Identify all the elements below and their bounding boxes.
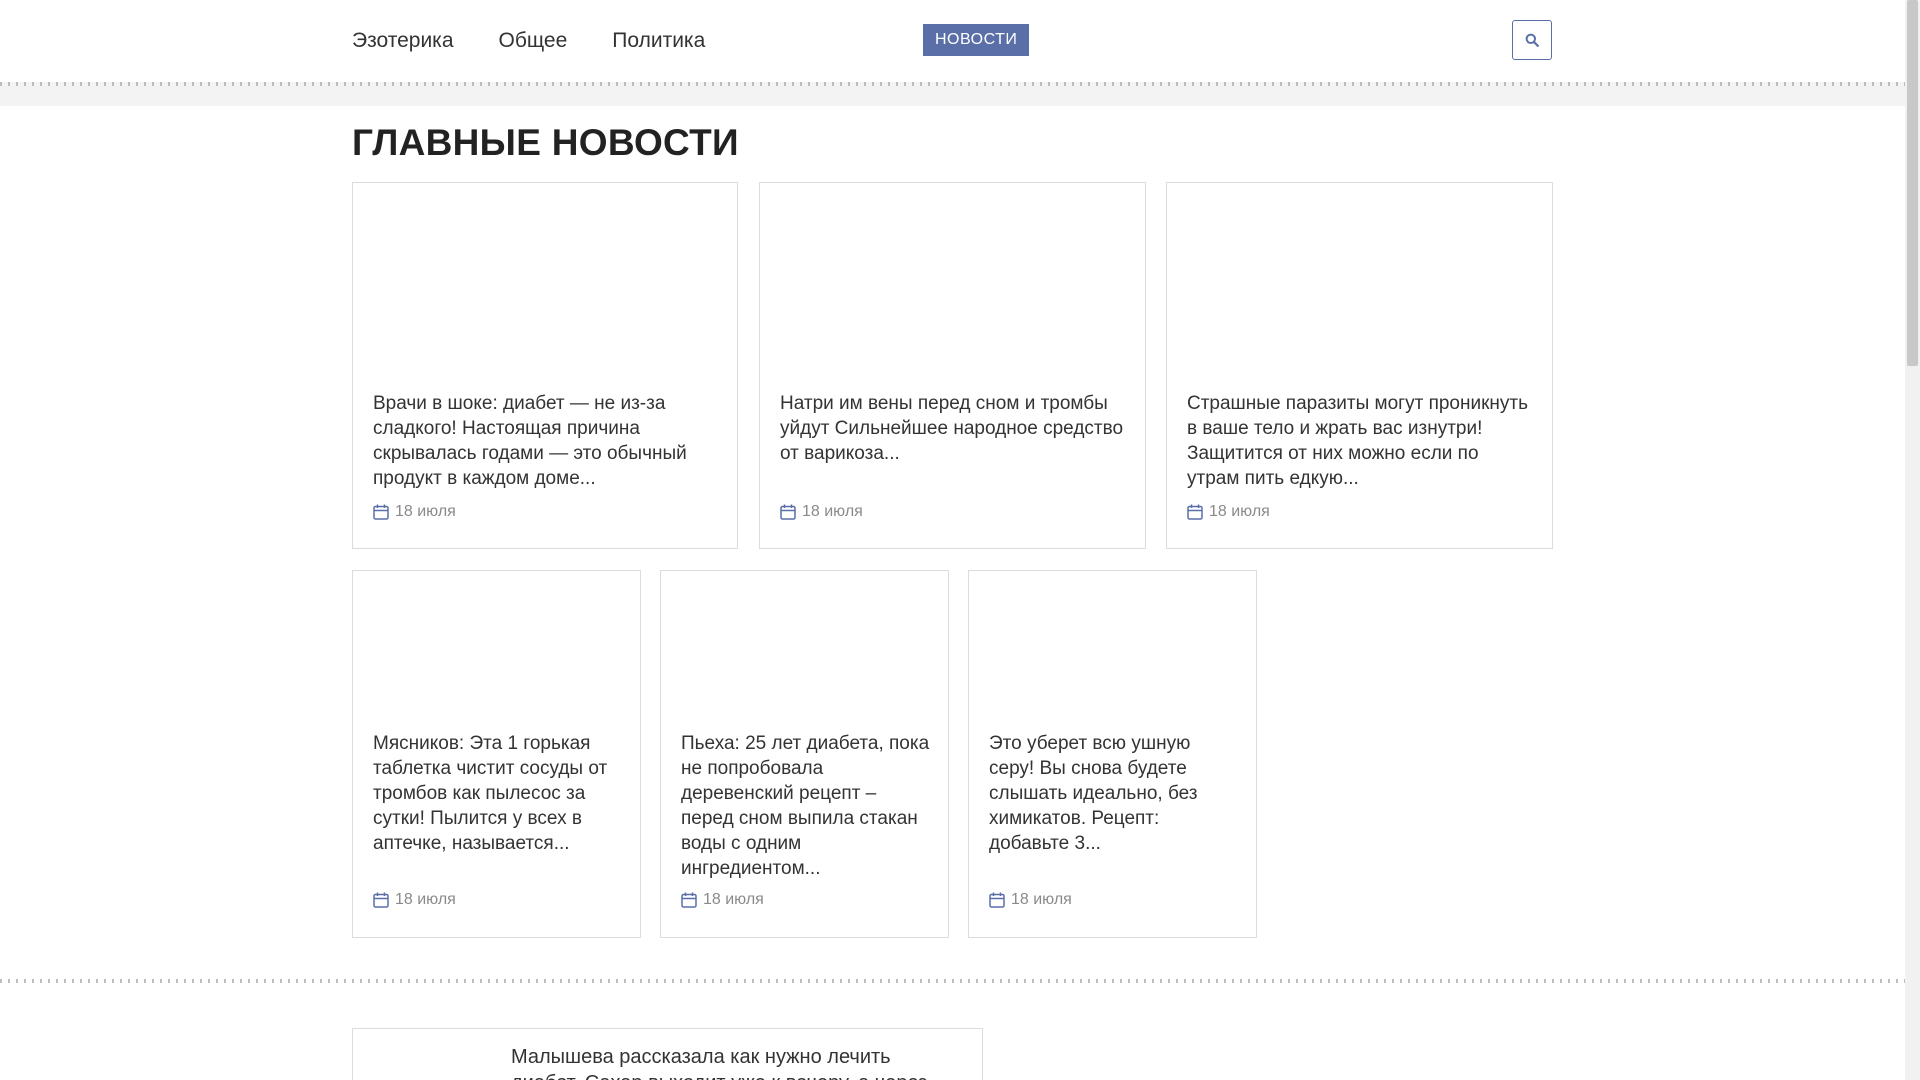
site-header: Эзотерика Общее Политика НОВОСТИ: [0, 0, 1905, 82]
news-card[interactable]: Врачи в шоке: диабет — не из-за сладкого…: [352, 182, 738, 549]
date-text: 18 июля: [395, 891, 456, 908]
main-nav: Эзотерика Общее Политика: [352, 0, 705, 82]
news-card-title[interactable]: Мясников: Эта 1 горькая таблетка чистит …: [373, 731, 622, 856]
calendar-icon: [373, 504, 389, 520]
date-text: 18 июля: [1011, 891, 1072, 908]
news-card[interactable]: Страшные паразиты могут проникнуть в ваш…: [1166, 182, 1553, 549]
news-card-date: 18 июля: [373, 503, 456, 521]
calendar-icon: [780, 504, 796, 520]
news-card-title[interactable]: Это уберет всю ушную серу! Вы снова буде…: [989, 731, 1238, 856]
news-card[interactable]: Это уберет всю ушную серу! Вы снова буде…: [968, 570, 1257, 938]
nav-item-general[interactable]: Общее: [499, 29, 568, 53]
calendar-icon: [373, 892, 389, 908]
news-card-date: 18 июля: [373, 891, 456, 909]
section-divider: [0, 979, 1905, 983]
nav-item-politics[interactable]: Политика: [612, 29, 705, 53]
news-card-title[interactable]: Страшные паразиты могут проникнуть в ваш…: [1187, 391, 1534, 491]
date-text: 18 июля: [395, 503, 456, 520]
news-card-wide[interactable]: Малышева рассказала как нужно лечить диа…: [352, 1028, 983, 1080]
calendar-icon: [989, 892, 1005, 908]
page: Эзотерика Общее Политика НОВОСТИ ГЛАВНЫЕ…: [0, 0, 1905, 1080]
news-card-date: 18 июля: [681, 891, 764, 909]
news-card-title[interactable]: Врачи в шоке: диабет — не из-за сладкого…: [373, 391, 719, 491]
news-card-date: 18 июля: [1187, 503, 1270, 521]
news-card[interactable]: Пьеха: 25 лет диабета, пока не попробова…: [660, 570, 949, 938]
calendar-icon: [1187, 504, 1203, 520]
news-card-date: 18 июля: [780, 503, 863, 521]
news-card[interactable]: Мясников: Эта 1 горькая таблетка чистит …: [352, 570, 641, 938]
nav-item-esoterics[interactable]: Эзотерика: [352, 29, 454, 53]
news-card-title[interactable]: Пьеха: 25 лет диабета, пока не попробова…: [681, 731, 930, 881]
date-text: 18 июля: [1209, 503, 1270, 520]
date-text: 18 июля: [703, 891, 764, 908]
scrollbar-thumb[interactable]: [1907, 0, 1918, 366]
news-card-title[interactable]: Малышева рассказала как нужно лечить диа…: [511, 1044, 962, 1080]
news-button[interactable]: НОВОСТИ: [923, 24, 1030, 56]
news-card-date: 18 июля: [989, 891, 1072, 909]
section-title: ГЛАВНЫЕ НОВОСТИ: [352, 122, 739, 163]
vertical-scrollbar[interactable]: [1905, 0, 1920, 1080]
news-card[interactable]: Натри им вены перед сном и тромбы уйдут …: [759, 182, 1146, 549]
date-text: 18 июля: [802, 503, 863, 520]
search-icon: [1525, 33, 1539, 47]
calendar-icon: [681, 892, 697, 908]
header-divider: [0, 82, 1905, 106]
search-button[interactable]: [1512, 20, 1552, 60]
news-card-title[interactable]: Натри им вены перед сном и тромбы уйдут …: [780, 391, 1127, 466]
